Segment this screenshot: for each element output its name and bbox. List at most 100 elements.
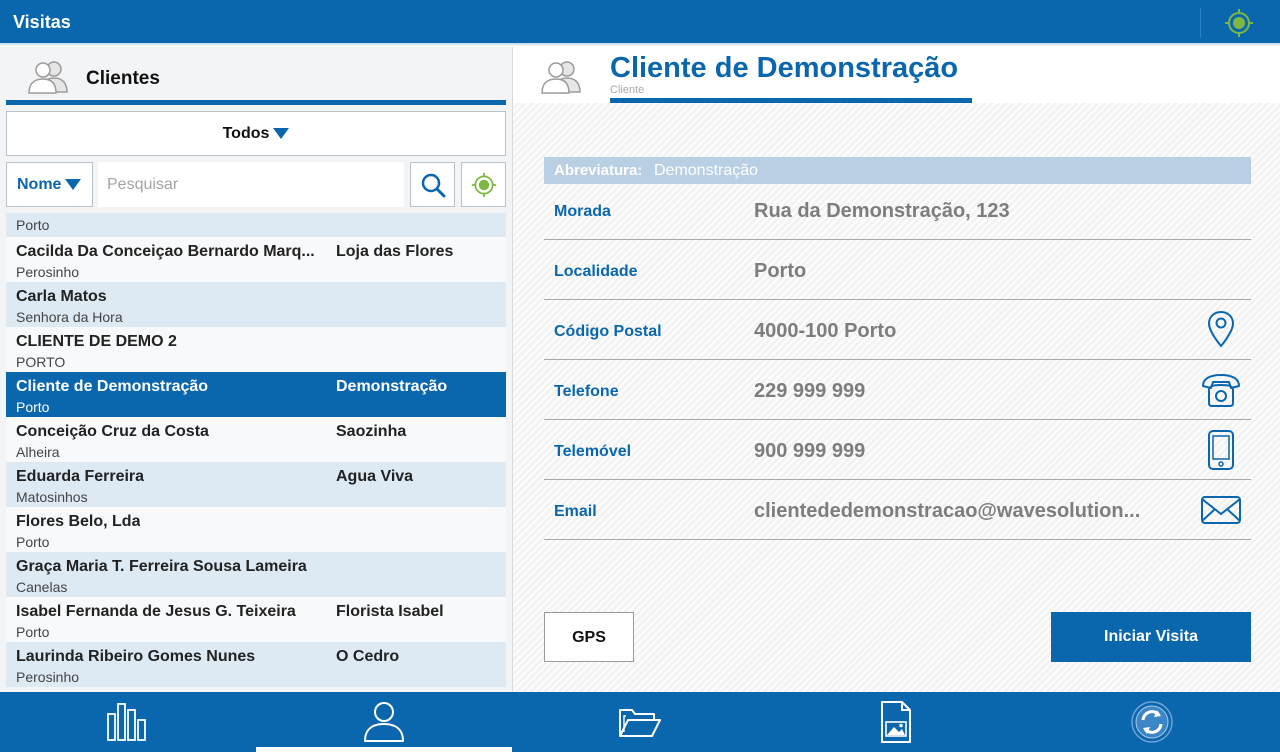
filter-value: Todos — [222, 125, 270, 142]
phone-icon[interactable] — [1199, 370, 1243, 410]
client-abbreviation: Demonstração — [336, 378, 448, 395]
nav-folders[interactable] — [512, 692, 768, 752]
field-value: 900 999 999 — [754, 440, 866, 462]
app-title: Visitas — [13, 12, 71, 32]
list-item[interactable]: Carla Matos Senhora da Hora — [6, 282, 506, 327]
list-item[interactable]: Porto — [6, 213, 506, 237]
client-name: Isabel Fernanda de Jesus G. Teixeira — [16, 603, 296, 620]
nav-clients[interactable] — [256, 692, 512, 752]
mobile-phone-icon[interactable] — [1199, 430, 1243, 470]
field-label: Telemóvel — [554, 443, 632, 460]
list-item[interactable]: Isabel Fernanda de Jesus G. Teixeira Por… — [6, 597, 506, 642]
field-label: Email — [554, 503, 597, 520]
field-label: Código Postal — [554, 323, 662, 340]
client-detail-header: Cliente de Demonstração Cliente — [513, 47, 1280, 103]
nav-documents[interactable] — [768, 692, 1024, 752]
client-abbreviation: Florista Isabel — [336, 603, 444, 620]
search-button[interactable] — [410, 162, 455, 207]
chevron-down-icon — [273, 128, 290, 140]
client-name: Eduarda Ferreira — [16, 468, 145, 485]
gps-button-label: GPS — [572, 629, 606, 646]
list-item[interactable]: Flores Belo, Lda Porto — [6, 507, 506, 552]
stats-bars-icon — [107, 703, 146, 741]
filter-dropdown[interactable]: Todos — [6, 111, 506, 156]
field-label: Localidade — [554, 263, 638, 280]
field-label: Morada — [554, 203, 611, 220]
list-item[interactable]: CLIENTE DE DEMO 2 PORTO — [6, 327, 506, 372]
field-value: Porto — [754, 260, 807, 282]
list-item[interactable]: Cacilda Da Conceiçao Bernardo Marq... Pe… — [6, 237, 506, 282]
client-city: Perosinho — [16, 669, 80, 685]
field-localidade: Localidade Porto — [544, 240, 1251, 300]
client-city: Matosinhos — [16, 489, 88, 505]
sync-icon — [1131, 701, 1173, 743]
start-visit-button[interactable]: Iniciar Visita — [1051, 612, 1251, 662]
client-city: Canelas — [16, 579, 68, 595]
client-name: Carla Matos — [16, 288, 107, 305]
list-item[interactable]: Conceição Cruz da Costa Alheira Saozinha — [6, 417, 506, 462]
list-item[interactable]: Eduarda Ferreira Matosinhos Agua Viva — [6, 462, 506, 507]
client-abbreviation: Loja das Flores — [336, 243, 454, 260]
field-email: Email clientededemonstracao@wavesolution… — [544, 480, 1251, 540]
gps-target-icon[interactable] — [1224, 8, 1254, 38]
clients-panel: Clientes Todos Nome Por — [0, 47, 512, 692]
client-city: Porto — [16, 624, 50, 640]
gps-button[interactable]: GPS — [544, 612, 634, 662]
client-name: Conceição Cruz da Costa — [16, 423, 209, 440]
client-abbreviation: Agua Viva — [336, 468, 414, 485]
gps-filter-button[interactable] — [461, 162, 506, 207]
client-abbreviation: Saozinha — [336, 423, 407, 440]
mail-icon[interactable] — [1199, 490, 1243, 530]
sort-value: Nome — [17, 176, 62, 193]
client-title: Cliente de Demonstração — [610, 52, 959, 84]
field-telefone: Telefone 229 999 999 — [544, 360, 1251, 420]
client-city: Porto — [16, 217, 50, 233]
client-city: Perosinho — [16, 264, 80, 280]
map-pin-icon[interactable] — [1199, 310, 1243, 350]
abbreviation-value: Demonstração — [654, 162, 759, 179]
field-value: clientededemonstracao@wavesolution... — [754, 500, 1141, 522]
nav-sync[interactable] — [1024, 692, 1280, 752]
folder-icon — [619, 709, 661, 737]
list-item-selected[interactable]: Cliente de Demonstração Porto Demonstraç… — [6, 372, 506, 417]
client-name: Graça Maria T. Ferreira Sousa Lameira — [16, 558, 307, 575]
field-telemovel: Telemóvel 900 999 999 — [544, 420, 1251, 480]
client-city: Porto — [16, 534, 50, 550]
topbar-divider — [1200, 8, 1201, 38]
top-bar: Visitas — [0, 0, 1280, 45]
users-icon — [539, 58, 583, 94]
field-morada: Morada Rua da Demonstração, 123 — [544, 180, 1251, 240]
title-underline — [610, 98, 972, 103]
field-value: 4000-100 Porto — [754, 320, 897, 342]
bottom-nav — [0, 692, 1280, 752]
users-icon — [26, 58, 70, 94]
user-icon — [364, 702, 404, 742]
sort-dropdown[interactable]: Nome — [6, 162, 93, 207]
client-city: Alheira — [16, 444, 60, 460]
abbreviation-label: Abreviatura: — [554, 162, 643, 179]
client-name: Cacilda Da Conceiçao Bernardo Marq... — [16, 243, 315, 260]
gps-target-icon — [471, 172, 497, 198]
clients-header: Clientes — [6, 47, 506, 105]
field-codigo-postal: Código Postal 4000-100 Porto — [544, 300, 1251, 360]
list-item[interactable]: Graça Maria T. Ferreira Sousa Lameira Ca… — [6, 552, 506, 597]
client-subtitle: Cliente — [610, 84, 645, 96]
chevron-down-icon — [65, 179, 82, 191]
field-value: 229 999 999 — [754, 380, 866, 402]
list-item[interactable]: Laurinda Ribeiro Gomes Nunes Perosinho O… — [6, 642, 506, 687]
search-input[interactable] — [98, 162, 404, 207]
client-city: PORTO — [16, 354, 66, 370]
active-indicator — [256, 747, 512, 752]
field-label: Telefone — [554, 383, 619, 400]
search-icon — [421, 173, 446, 198]
field-value: Rua da Demonstração, 123 — [754, 200, 1010, 222]
client-city: Porto — [16, 399, 50, 415]
client-name: Flores Belo, Lda — [16, 513, 141, 530]
clients-list[interactable]: Porto Cacilda Da Conceiçao Bernardo Marq… — [6, 213, 506, 687]
image-document-icon — [881, 701, 911, 743]
search-row: Nome — [6, 162, 506, 208]
nav-stats[interactable] — [0, 692, 256, 752]
clients-title: Clientes — [86, 68, 160, 89]
client-detail-panel: Cliente de Demonstração Cliente Abreviat… — [512, 47, 1280, 692]
client-abbreviation: O Cedro — [336, 648, 400, 665]
